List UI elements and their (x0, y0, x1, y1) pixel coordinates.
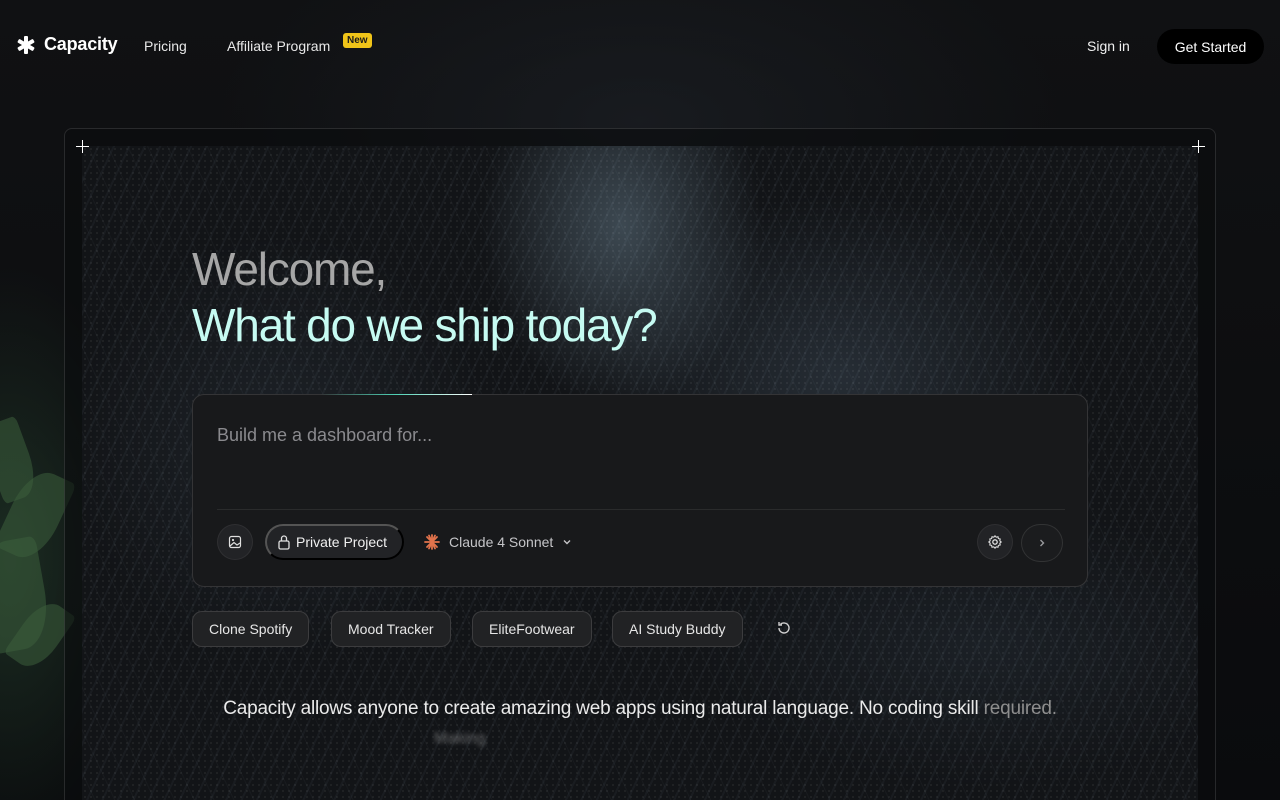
nav-link-pricing[interactable]: Pricing (144, 38, 187, 54)
new-badge: New (343, 33, 372, 48)
product-description-main: Capacity allows anyone to create amazing… (223, 698, 979, 719)
model-name: Claude 4 Sonnet (449, 534, 554, 550)
suggestion-chip[interactable]: Clone Spotify (192, 611, 310, 647)
blurred-caption: Making (434, 730, 486, 747)
plus-corner-icon (1192, 140, 1205, 153)
sign-in-link[interactable]: Sign in (1087, 38, 1130, 54)
get-started-button[interactable]: Get Started (1157, 29, 1264, 64)
send-button[interactable] (1021, 524, 1063, 562)
chevron-down-icon (563, 540, 571, 545)
suggestion-chip[interactable]: Mood Tracker (331, 611, 451, 647)
prompt-input[interactable] (217, 425, 1057, 446)
product-description-fade: required. (978, 698, 1057, 719)
welcome-heading: Welcome, (192, 243, 387, 295)
nav-link-affiliate-program[interactable]: Affiliate Program (227, 38, 330, 54)
product-description: Capacity allows anyone to create amazing… (0, 698, 1280, 720)
asterisk-logo-icon (16, 35, 36, 55)
claude-sparkle-icon (424, 534, 440, 550)
image-icon (228, 535, 242, 549)
prompt-divider (217, 509, 1065, 510)
refresh-suggestions-button[interactable] (774, 619, 794, 639)
top-navigation: Capacity Pricing Affiliate Program New S… (0, 0, 1280, 92)
refresh-icon (778, 622, 790, 634)
prompt-box: Private Project Claude 4 Sonnet (192, 394, 1088, 587)
prompt-accent-line (320, 394, 472, 395)
settings-button[interactable] (977, 524, 1013, 560)
attach-image-button[interactable] (217, 524, 253, 560)
model-selector[interactable]: Claude 4 Sonnet (423, 524, 573, 560)
brand-logo[interactable]: Capacity (16, 34, 118, 55)
suggestion-chip[interactable]: AI Study Buddy (612, 611, 743, 647)
chevron-right-icon (1040, 539, 1045, 547)
lock-icon (278, 535, 290, 550)
private-project-toggle[interactable]: Private Project (265, 524, 404, 560)
brand-name: Capacity (44, 34, 118, 54)
tagline-heading: What do we ship today? (192, 299, 658, 351)
plus-corner-icon (76, 140, 89, 153)
private-project-label: Private Project (296, 534, 388, 550)
suggestion-chip[interactable]: EliteFootwear (472, 611, 592, 647)
gear-icon (987, 534, 1003, 550)
